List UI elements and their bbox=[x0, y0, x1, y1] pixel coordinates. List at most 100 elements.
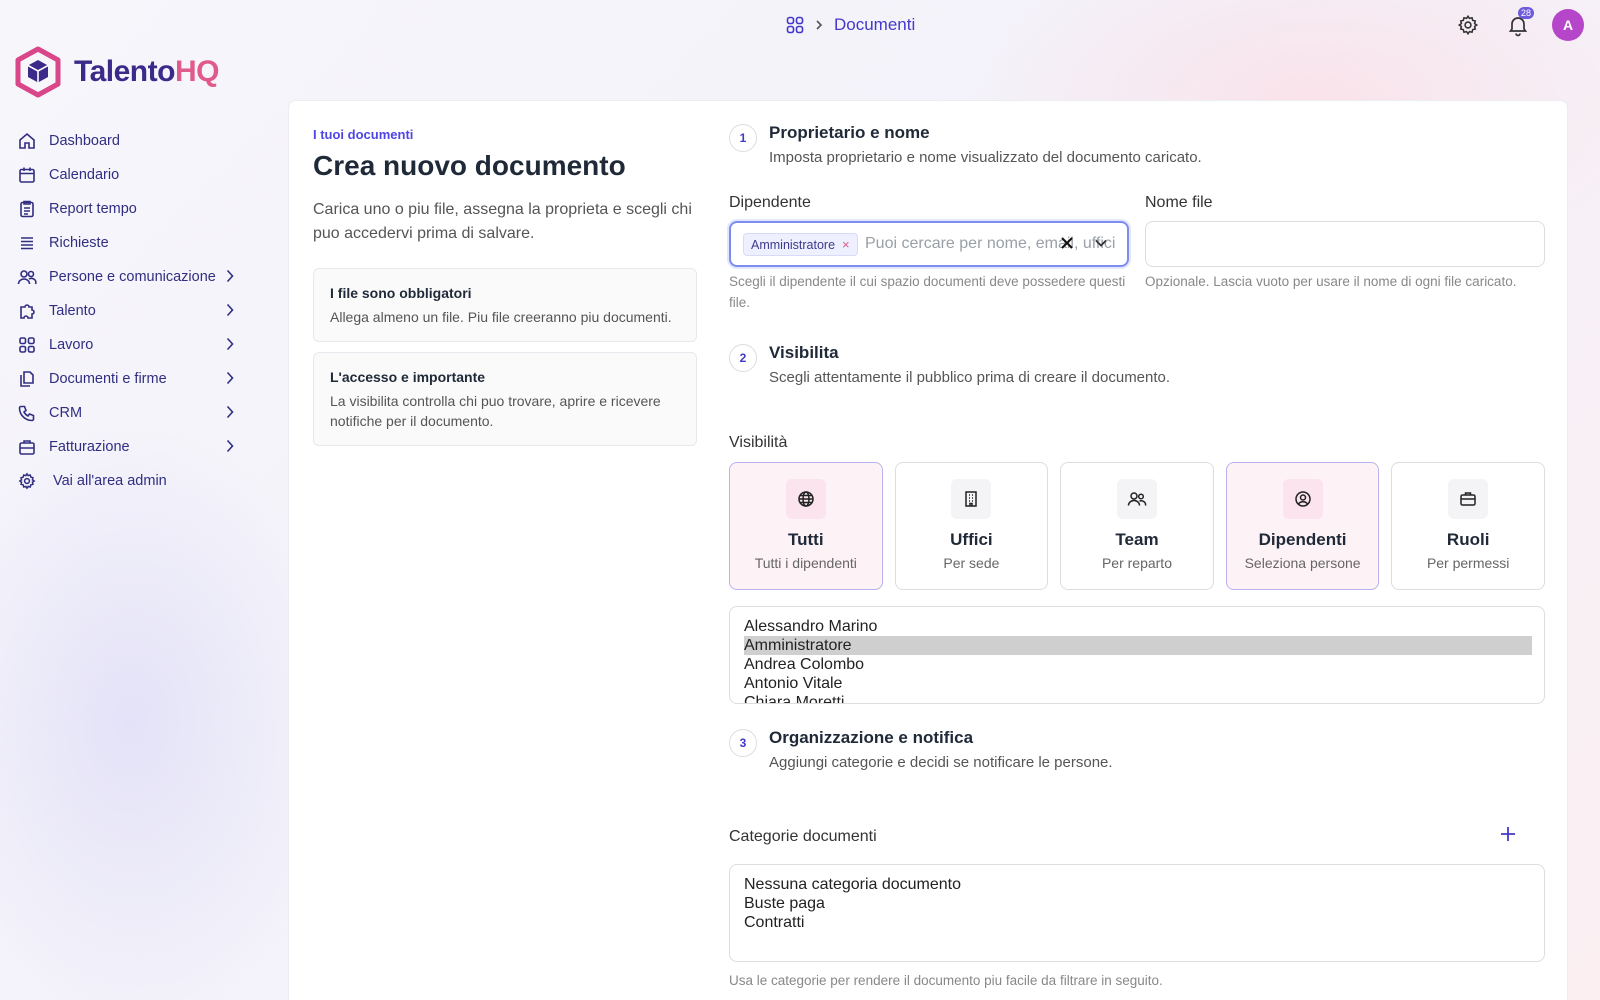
logo-text: TalentoHQ bbox=[74, 55, 219, 88]
visibility-option-name: Tutti bbox=[788, 530, 824, 549]
puzzle-icon bbox=[16, 300, 38, 322]
employee-label: Dipendente bbox=[729, 194, 811, 211]
add-category-button[interactable] bbox=[1499, 825, 1517, 848]
sidebar-item-persone[interactable]: Persone e comunicazione bbox=[16, 260, 246, 294]
chevron-right-icon bbox=[226, 303, 234, 321]
list-item[interactable]: Antonio Vitale bbox=[744, 674, 1532, 693]
visibility-option-sub: Seleziona persone bbox=[1244, 555, 1361, 571]
visibility-option-dipendenti[interactable]: Dipendenti Seleziona persone bbox=[1225, 462, 1380, 590]
employee-search-input[interactable]: Puoi cercare per nome, email, ufficio bbox=[865, 235, 1115, 253]
sidebar-item-richieste[interactable]: Richieste bbox=[16, 226, 246, 260]
list-item[interactable]: Buste paga bbox=[744, 894, 1532, 913]
visibility-option-name: Dipendenti bbox=[1258, 530, 1347, 549]
visibility-option-uffici[interactable]: Uffici Per sede bbox=[894, 462, 1049, 590]
people-listbox[interactable]: Alessandro Marino Amministratore Andrea … bbox=[729, 606, 1545, 704]
step-organization: 3 Organizzazione e notifica Aggiungi cat… bbox=[729, 728, 1545, 771]
clear-selection-icon[interactable] bbox=[1057, 233, 1077, 258]
page-description: Carica uno o piu file, assegna la propri… bbox=[313, 201, 692, 242]
sidebar-item-label: Fatturazione bbox=[49, 439, 130, 455]
sidebar-item-talento[interactable]: Talento bbox=[16, 294, 246, 328]
chevron-right-icon bbox=[226, 337, 234, 355]
visibility-option-sub: Per permessi bbox=[1426, 555, 1510, 571]
step-number: 3 bbox=[729, 729, 757, 757]
visibility-option-sub: Tutti i dipendenti bbox=[754, 555, 857, 571]
info-box-access: L'accesso e importante La visibilita con… bbox=[313, 352, 697, 446]
apps-grid-icon[interactable] bbox=[786, 16, 804, 34]
filename-input[interactable] bbox=[1145, 221, 1545, 267]
sidebar-item-documenti[interactable]: Documenti e firme bbox=[16, 362, 246, 396]
sidebar-item-lavoro[interactable]: Lavoro bbox=[16, 328, 246, 362]
grid-icon bbox=[16, 334, 38, 356]
info-box-title: I file sono obbligatori bbox=[330, 285, 472, 301]
sidebar-item-calendario[interactable]: Calendario bbox=[16, 158, 246, 192]
step-subtitle: Aggiungi categorie e decidi se notificar… bbox=[769, 754, 1113, 771]
sidebar-item-crm[interactable]: CRM bbox=[16, 396, 246, 430]
sidebar-item-label: Dashboard bbox=[49, 133, 120, 149]
visibility-option-name: Uffici bbox=[950, 530, 993, 549]
chevron-right-icon bbox=[226, 405, 234, 423]
chip-remove-icon[interactable]: × bbox=[842, 237, 850, 252]
user-circle-icon bbox=[1282, 479, 1323, 519]
visibility-option-tutti[interactable]: Tutti Tutti i dipendenti bbox=[729, 462, 883, 590]
sidebar-nav: Dashboard Calendario Report tempo Richie… bbox=[16, 124, 246, 498]
sidebar-item-label: CRM bbox=[49, 405, 83, 421]
visibility-options: Tutti Tutti i dipendenti Uffici Per sede… bbox=[729, 462, 1545, 590]
info-box-text: La visibilita controlla chi puo trovare,… bbox=[330, 393, 661, 429]
sidebar-item-label: Richieste bbox=[49, 235, 109, 251]
home-icon bbox=[16, 130, 38, 152]
info-box-files: I file sono obbligatori Allega almeno un… bbox=[313, 268, 697, 342]
sidebar-item-fatturazione[interactable]: Fatturazione bbox=[16, 430, 246, 464]
step-title: Organizzazione e notifica bbox=[769, 728, 974, 747]
owner-fields-row: Dipendente Amministratore × Puoi cercare… bbox=[729, 194, 1545, 313]
chevron-down-icon[interactable] bbox=[1093, 235, 1109, 256]
sidebar-item-dashboard[interactable]: Dashboard bbox=[16, 124, 246, 158]
visibility-option-ruoli[interactable]: Ruoli Per permessi bbox=[1391, 462, 1545, 590]
list-icon bbox=[16, 232, 38, 254]
people-icon bbox=[16, 266, 38, 288]
globe-icon bbox=[785, 479, 826, 519]
sidebar-item-label: Documenti e firme bbox=[49, 371, 167, 387]
list-item[interactable]: Amministratore bbox=[744, 636, 1532, 655]
form-panel: 1 Proprietario e nome Imposta proprietar… bbox=[729, 123, 1545, 991]
visibility-option-sub: Per reparto bbox=[1101, 555, 1172, 571]
visibility-option-name: Ruoli bbox=[1446, 530, 1490, 549]
notifications-button[interactable]: 28 bbox=[1502, 7, 1534, 41]
step-number: 2 bbox=[729, 344, 757, 372]
page-eyebrow: I tuoi documenti bbox=[313, 127, 414, 142]
billing-icon bbox=[16, 436, 38, 458]
categories-label: Categorie documenti bbox=[729, 827, 877, 845]
gear-icon bbox=[1457, 14, 1479, 36]
list-item[interactable]: Contratti bbox=[744, 913, 1532, 932]
documents-icon bbox=[16, 368, 38, 390]
chevron-right-icon bbox=[226, 439, 234, 457]
sidebar-item-admin[interactable]: Vai all'area admin bbox=[16, 464, 246, 498]
avatar[interactable]: A bbox=[1552, 9, 1584, 41]
chip-label: Amministratore bbox=[751, 237, 836, 252]
users-icon bbox=[1116, 479, 1157, 519]
sidebar-item-label: Calendario bbox=[49, 167, 120, 183]
visibility-option-sub: Per sede bbox=[943, 555, 1000, 571]
employee-select[interactable]: Amministratore × Puoi cercare per nome, … bbox=[729, 221, 1129, 267]
plus-icon bbox=[1501, 827, 1515, 841]
filename-label: Nome file bbox=[1145, 194, 1213, 211]
list-item[interactable]: Nessuna categoria documento bbox=[744, 875, 1532, 894]
top-actions: 28 A bbox=[1452, 7, 1584, 41]
sidebar-item-label: Lavoro bbox=[49, 337, 94, 353]
intro-panel: I tuoi documenti Crea nuovo documento Ca… bbox=[313, 127, 697, 446]
breadcrumb-separator-icon bbox=[814, 19, 824, 31]
list-item[interactable]: Chiara Moretti bbox=[744, 693, 1532, 703]
sidebar-item-report-tempo[interactable]: Report tempo bbox=[16, 192, 246, 226]
visibility-option-team[interactable]: Team Per reparto bbox=[1060, 462, 1214, 590]
notification-badge: 28 bbox=[1517, 7, 1534, 19]
settings-button[interactable] bbox=[1452, 9, 1484, 41]
app-logo[interactable]: TalentoHQ bbox=[14, 46, 219, 98]
breadcrumb-current[interactable]: Documenti bbox=[834, 15, 915, 35]
chevron-right-icon bbox=[226, 371, 234, 389]
list-item[interactable]: Andrea Colombo bbox=[744, 655, 1532, 674]
info-box-title: L'accesso e importante bbox=[330, 369, 486, 385]
list-item[interactable]: Alessandro Marino bbox=[744, 617, 1532, 636]
visibility-option-name: Team bbox=[1115, 530, 1159, 549]
logo-cube-icon bbox=[15, 46, 61, 98]
categories-listbox[interactable]: Nessuna categoria documento Buste paga C… bbox=[729, 864, 1545, 962]
categories-hint: Usa le categorie per rendere il document… bbox=[729, 973, 1163, 988]
